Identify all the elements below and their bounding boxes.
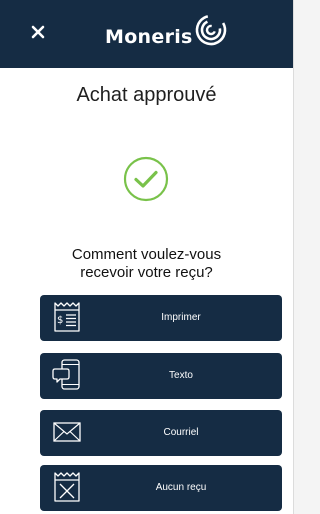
- logo-text: Moneris: [105, 26, 193, 48]
- logo-swirl-icon: [195, 14, 226, 46]
- receipt-screen: Moneris Achat approuvé Comment voulez-vo…: [0, 0, 294, 514]
- check-circle-icon: [123, 156, 169, 202]
- question-line-2: recevoir votre reçu?: [80, 264, 213, 281]
- question-line-1: Comment voulez-vous: [71, 246, 222, 263]
- text-receipt-button[interactable]: Texto: [40, 353, 282, 399]
- close-icon[interactable]: [26, 20, 50, 44]
- receipt-question: Comment voulez-vous recevoir votre reçu?: [20, 246, 273, 282]
- email-receipt-button[interactable]: Courriel: [40, 410, 282, 456]
- page-title: Achat approuvé: [76, 84, 217, 106]
- email-label: Courriel: [163, 427, 199, 438]
- print-label: Imprimer: [161, 312, 201, 323]
- no-receipt-icon: [54, 472, 80, 502]
- text-label: Texto: [169, 370, 193, 381]
- printer-receipt-icon: $: [54, 302, 80, 332]
- moneris-logo: Moneris: [105, 12, 228, 56]
- svg-text:$: $: [57, 315, 63, 326]
- top-bar: Moneris: [0, 0, 293, 68]
- envelope-icon: [53, 422, 81, 442]
- no-receipt-label: Aucun reçu: [155, 482, 207, 493]
- print-receipt-button[interactable]: $ Imprimer: [40, 295, 282, 341]
- phone-message-icon: [52, 359, 80, 390]
- no-receipt-button[interactable]: Aucun reçu: [40, 465, 282, 511]
